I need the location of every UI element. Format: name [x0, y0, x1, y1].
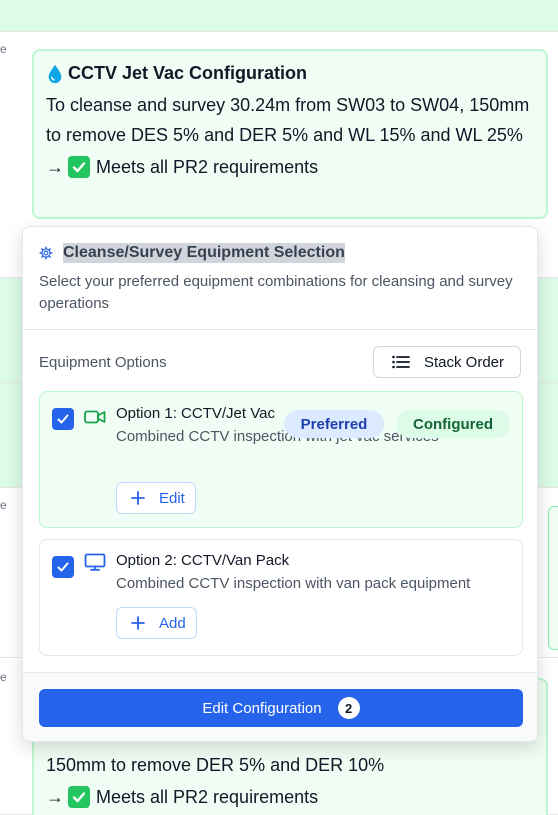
- recommendation-description: 150mm to remove DER 5% and DER 10%: [46, 755, 385, 775]
- check-icon: [57, 414, 69, 424]
- option-2-checkbox[interactable]: [52, 556, 74, 578]
- requirements-status-text: Meets all PR2 requirements: [96, 787, 319, 807]
- options-label: Equipment Options: [39, 353, 167, 371]
- plus-icon: [131, 616, 145, 630]
- arrow-text: →: [46, 157, 64, 177]
- check-icon: [57, 562, 69, 572]
- row-edge-text: e: [0, 670, 7, 684]
- check-mark-icon: [68, 156, 90, 178]
- requirements-status: → Meets all PR2 requirements: [46, 782, 534, 812]
- list-icon: [392, 355, 410, 369]
- equipment-option-1[interactable]: Option 1: CCTV/Jet Vac Combined CCTV ins…: [39, 391, 523, 528]
- selected-count-badge: 2: [337, 697, 360, 719]
- popover-subtitle: Select your preferred equipment combinat…: [39, 273, 513, 312]
- arrow-text: →: [46, 787, 64, 807]
- option-2-description: Combined CCTV inspection with van pack e…: [116, 575, 471, 592]
- option-1-checkbox[interactable]: [52, 408, 74, 430]
- popover-title-row: Cleanse/Survey Equipment Selection: [39, 243, 521, 263]
- plus-icon: [131, 491, 145, 505]
- equipment-option-2[interactable]: Option 2: CCTV/Van Pack Combined CCTV in…: [39, 539, 523, 656]
- monitor-icon: [84, 553, 106, 571]
- partial-card: [548, 506, 558, 650]
- water-drop-icon: [48, 64, 62, 83]
- recommendation-description: To cleanse and survey 30.24m from SW03 t…: [46, 95, 530, 145]
- recommendation-title-text: CCTV Jet Vac Configuration: [68, 63, 308, 83]
- preferred-badge: Preferred: [284, 410, 384, 438]
- video-camera-icon: [84, 410, 106, 424]
- option-1-name: Option 1: CCTV/Jet Vac: [116, 405, 275, 422]
- configured-badge: Configured: [396, 410, 510, 438]
- option-2-name: Option 2: CCTV/Van Pack: [116, 552, 290, 569]
- stack-order-button[interactable]: Stack Order: [372, 346, 521, 378]
- popover-title: Cleanse/Survey Equipment Selection: [63, 243, 345, 263]
- edit-configuration-button[interactable]: Edit Configuration 2: [39, 689, 523, 727]
- requirements-status-text: Meets all PR2 requirements: [96, 157, 319, 177]
- recommendation-title: CCTV Jet Vac Configuration: [46, 63, 534, 84]
- add-option-2-button[interactable]: Add: [116, 607, 197, 639]
- edit-option-1-label: Edit: [159, 489, 185, 507]
- requirements-status: → Meets all PR2 requirements: [46, 152, 534, 182]
- equipment-selection-popover: Cleanse/Survey Equipment Selection Selec…: [22, 226, 538, 742]
- recommendation-card: CCTV Jet Vac Configuration To cleanse an…: [32, 49, 548, 219]
- gear-icon: [39, 246, 53, 260]
- popover-header: Cleanse/Survey Equipment Selection Selec…: [23, 227, 537, 330]
- add-option-2-label: Add: [159, 614, 186, 632]
- check-mark-icon: [68, 786, 90, 808]
- table-row-header: [0, 0, 558, 32]
- edit-configuration-label: Edit Configuration: [202, 699, 322, 717]
- row-edge-text: e: [0, 498, 7, 512]
- edit-option-1-button[interactable]: Edit: [116, 482, 196, 514]
- options-header: Equipment Options Stack Order: [23, 330, 537, 378]
- stack-order-label: Stack Order: [423, 353, 504, 371]
- popover-footer: Edit Configuration 2: [23, 672, 537, 741]
- row-edge-text: e: [0, 42, 7, 56]
